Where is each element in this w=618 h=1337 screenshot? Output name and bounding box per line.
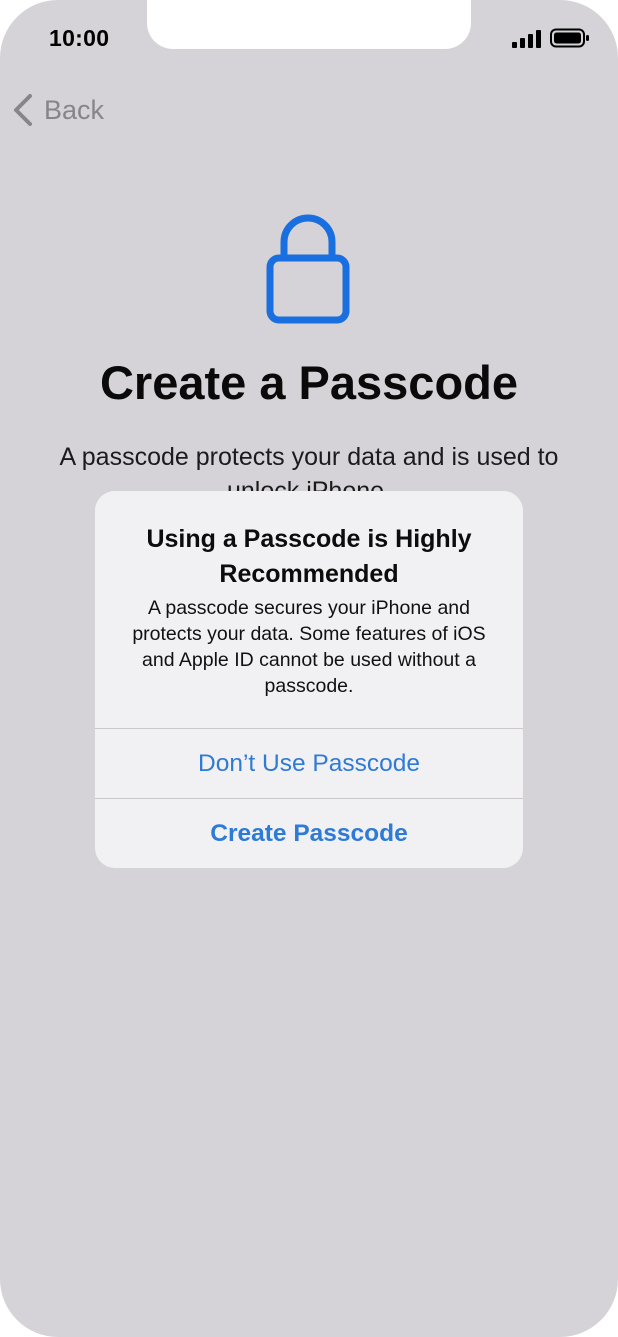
- alert-title: Using a Passcode is Highly Recommended: [146, 525, 472, 588]
- dont-use-passcode-button[interactable]: Don’t Use Passcode: [95, 729, 523, 798]
- back-button[interactable]: Back: [12, 90, 104, 130]
- device-notch: [147, 0, 471, 49]
- alert-message: A passcode secures your iPhone and prote…: [132, 597, 486, 697]
- lock-icon: [266, 214, 350, 324]
- battery-icon: [550, 28, 589, 48]
- create-passcode-button[interactable]: Create Passcode: [95, 799, 523, 868]
- alert-body: Using a Passcode is Highly Recommended A…: [95, 491, 523, 728]
- passcode-alert-dialog: Using a Passcode is Highly Recommended A…: [95, 491, 523, 868]
- phone-screen: 10:00 Back Create a Passcode A passcode …: [0, 0, 618, 1337]
- back-button-label: Back: [44, 94, 105, 125]
- page-title: Create a Passcode: [99, 356, 519, 409]
- chevron-left-icon: [14, 94, 32, 126]
- status-bar-time: 10:00: [49, 25, 110, 51]
- cellular-signal-icon: [512, 30, 541, 48]
